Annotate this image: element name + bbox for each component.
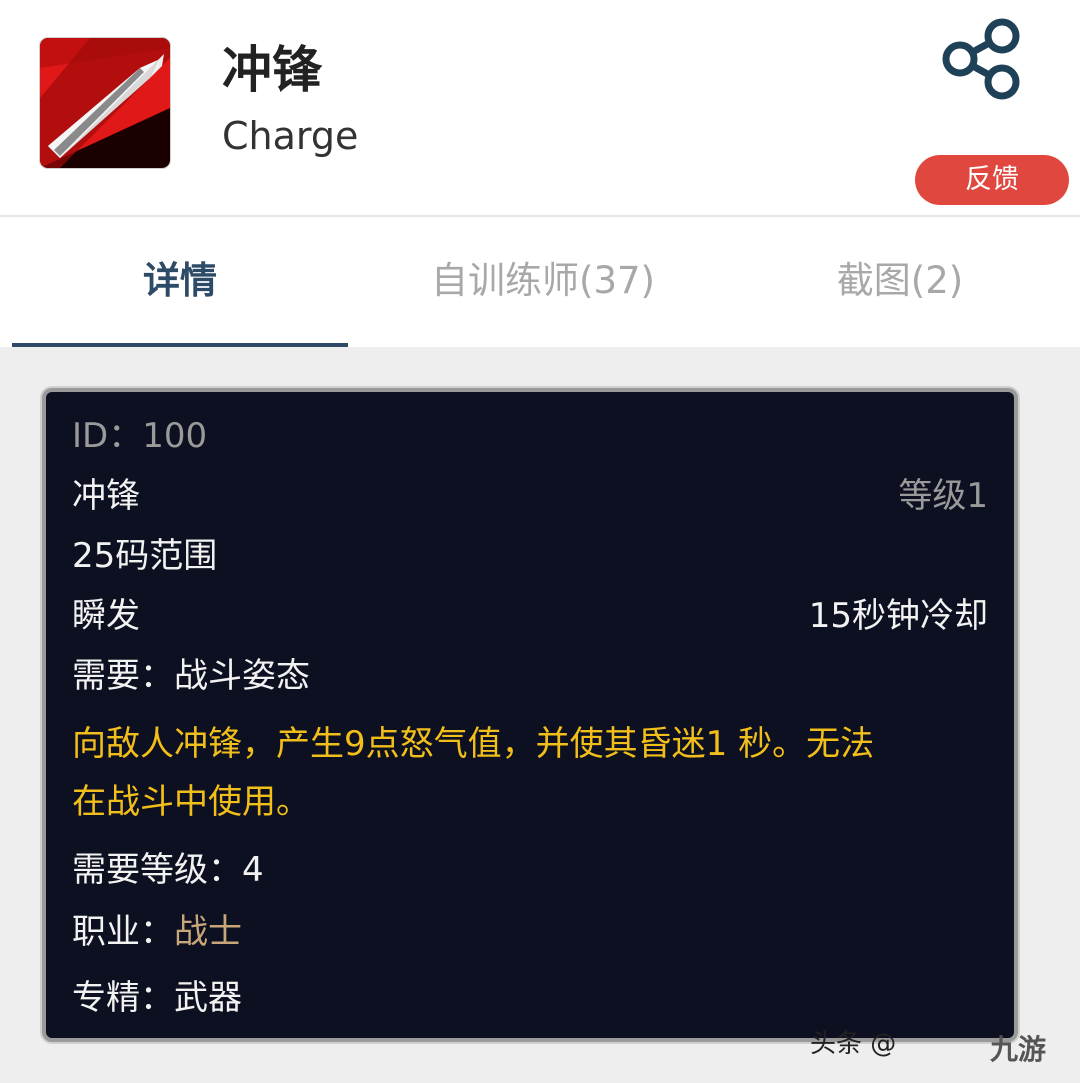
spell-id-row: ID：100 bbox=[72, 414, 988, 458]
skill-detail-page: 冲锋 Charge 反馈 详情 自训练师(37) 截图(2) ID：100 冲锋… bbox=[0, 0, 1080, 1083]
spell-id-label: ID： bbox=[72, 416, 143, 456]
cast-cooldown-row: 瞬发 15秒钟冷却 bbox=[72, 594, 988, 638]
requires-value: 战斗姿态 bbox=[174, 656, 310, 696]
required-level-row: 需要等级：4 bbox=[72, 848, 988, 892]
tab-details[interactable]: 详情 bbox=[12, 217, 348, 347]
spell-rank: 等级1 bbox=[898, 476, 988, 516]
cooldown: 15秒钟冷却 bbox=[808, 596, 988, 636]
range-row: 25码范围 bbox=[72, 534, 988, 578]
requires-row: 需要：战斗姿态 bbox=[72, 654, 988, 698]
required-level-label: 需要等级： bbox=[72, 850, 242, 890]
skill-title: 冲锋 bbox=[222, 41, 322, 99]
description-line-2: 在战斗中使用。 bbox=[72, 782, 310, 822]
tab-screenshots[interactable]: 截图(2) bbox=[738, 217, 1062, 347]
name-rank-row: 冲锋 等级1 bbox=[72, 474, 988, 518]
spell-name: 冲锋 bbox=[72, 476, 140, 516]
class-row: 职业：战士 bbox=[72, 910, 988, 954]
feedback-button[interactable]: 反馈 bbox=[915, 155, 1069, 205]
spell-range: 25码范围 bbox=[72, 536, 218, 576]
cast-time: 瞬发 bbox=[72, 596, 140, 636]
tab-trainers[interactable]: 自训练师(37) bbox=[360, 217, 726, 347]
skill-header: 冲锋 Charge 反馈 bbox=[0, 0, 1080, 217]
active-tab-indicator bbox=[12, 343, 348, 347]
watermark-logo: 九游 bbox=[990, 1033, 1047, 1066]
spec-value: 武器 bbox=[174, 978, 242, 1018]
charge-skill-icon bbox=[40, 38, 170, 168]
requires-label: 需要： bbox=[72, 656, 174, 696]
spec-label: 专精： bbox=[72, 978, 174, 1018]
required-level-value: 4 bbox=[242, 850, 264, 890]
skill-english-name: Charge bbox=[222, 114, 359, 158]
description-line-1: 向敌人冲锋，产生9点怒气值，并使其昏迷1 秒。无法 bbox=[72, 724, 875, 764]
class-value: 战士 bbox=[174, 912, 242, 952]
watermark-text: 头条 @ bbox=[810, 1029, 897, 1059]
spell-id-value: 100 bbox=[142, 416, 208, 456]
share-icon[interactable] bbox=[936, 14, 1026, 104]
tab-bar: 详情 自训练师(37) 截图(2) bbox=[0, 217, 1080, 347]
skill-tooltip: ID：100 冲锋 等级1 25码范围 瞬发 15秒钟冷却 需要：战斗姿态 向敌… bbox=[42, 388, 1018, 1042]
spec-row: 专精：武器 bbox=[72, 976, 988, 1020]
class-label: 职业： bbox=[72, 912, 174, 952]
